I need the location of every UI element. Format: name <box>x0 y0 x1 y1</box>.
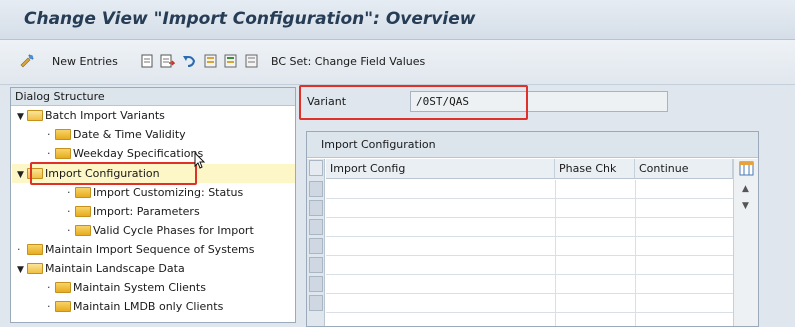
folder-icon <box>55 128 71 140</box>
mouse-cursor-icon <box>194 152 206 169</box>
folder-open-icon <box>27 109 43 121</box>
tree-item-maintain-lmdb-clients[interactable]: · Maintain LMDB only Clients <box>47 298 223 315</box>
row-selector[interactable] <box>309 181 323 197</box>
tree-item-maintain-landscape-data[interactable]: ▼ Maintain Landscape Data <box>17 260 185 277</box>
scroll-up-icon[interactable]: ▲ <box>742 184 749 194</box>
tree-item-valid-cycle-phases[interactable]: · Valid Cycle Phases for Import <box>67 222 254 239</box>
folder-icon <box>75 186 91 198</box>
expand-arrow-icon[interactable]: ▼ <box>17 109 27 126</box>
table-settings-icon[interactable] <box>739 161 754 176</box>
new-entries-button[interactable]: New Entries <box>52 55 118 68</box>
title-bar: Change View "Import Configuration": Over… <box>0 0 795 40</box>
folder-icon <box>55 300 71 312</box>
row-selector[interactable] <box>309 238 323 254</box>
row-selector-column <box>307 159 325 326</box>
display-change-icon[interactable] <box>19 53 35 69</box>
row-selector[interactable] <box>309 200 323 216</box>
tree-item-batch-import-variants[interactable]: ▼ Batch Import Variants <box>17 107 165 124</box>
copy-as-icon[interactable] <box>159 53 175 69</box>
folder-icon <box>75 224 91 236</box>
tree-item-maintain-system-clients[interactable]: · Maintain System Clients <box>47 279 206 296</box>
folder-icon <box>75 205 91 217</box>
expand-arrow-icon[interactable]: ▼ <box>17 262 27 279</box>
folder-icon <box>55 147 71 159</box>
import-configuration-table: Import Configuration Import Config Phase… <box>306 131 759 327</box>
tree-item-import-parameters[interactable]: · Import: Parameters <box>67 203 200 220</box>
column-divider <box>555 180 556 326</box>
table-row[interactable] <box>326 256 733 275</box>
column-divider <box>635 180 636 326</box>
tree-item-maintain-import-sequence[interactable]: · Maintain Import Sequence of Systems <box>17 241 254 258</box>
vertical-scrollbar[interactable]: ▲ ▼ <box>733 159 758 326</box>
dialog-structure-panel: Dialog Structure ▼ Batch Import Variants … <box>10 87 296 323</box>
column-header-phase-chk[interactable]: Phase Chk <box>555 159 635 179</box>
folder-open-icon <box>27 262 43 274</box>
toolbar: New Entries BC Set: Change Field Values <box>0 40 795 116</box>
row-selector[interactable] <box>309 219 323 235</box>
table-row[interactable] <box>326 275 733 294</box>
table-row[interactable] <box>326 237 733 256</box>
bc-set-button[interactable]: BC Set: Change Field Values <box>271 55 425 68</box>
folder-icon <box>55 281 71 293</box>
highlight-variant <box>299 85 528 120</box>
table-row[interactable] <box>326 294 733 313</box>
page-title: Change View "Import Configuration": Over… <box>24 9 476 29</box>
select-all-icon[interactable] <box>203 53 219 69</box>
table-row[interactable] <box>326 180 733 199</box>
row-selector[interactable] <box>309 257 323 273</box>
table-row[interactable] <box>326 218 733 237</box>
copy-icon[interactable] <box>139 53 155 69</box>
deselect-all-icon[interactable] <box>244 53 260 69</box>
highlight-import-configuration <box>30 162 197 185</box>
tree-item-weekday-specifications[interactable]: · Weekday Specifications <box>47 145 203 162</box>
tree-item-date-time-validity[interactable]: · Date & Time Validity <box>47 126 186 143</box>
row-selector[interactable] <box>309 295 323 311</box>
row-selector[interactable] <box>309 276 323 292</box>
table-row[interactable] <box>326 199 733 218</box>
column-header-continue[interactable]: Continue <box>635 159 733 179</box>
folder-icon <box>27 243 43 255</box>
tree-item-import-customizing-status[interactable]: · Import Customizing: Status <box>67 184 243 201</box>
table-title: Import Configuration <box>307 132 758 158</box>
dialog-structure-header: Dialog Structure <box>11 88 295 106</box>
scroll-down-icon[interactable]: ▼ <box>742 201 749 211</box>
expand-arrow-icon[interactable]: ▼ <box>17 167 27 184</box>
select-all-cell[interactable] <box>309 160 323 176</box>
undo-icon[interactable] <box>181 53 197 69</box>
column-header-import-config[interactable]: Import Config <box>326 159 555 179</box>
select-block-icon[interactable] <box>223 53 239 69</box>
